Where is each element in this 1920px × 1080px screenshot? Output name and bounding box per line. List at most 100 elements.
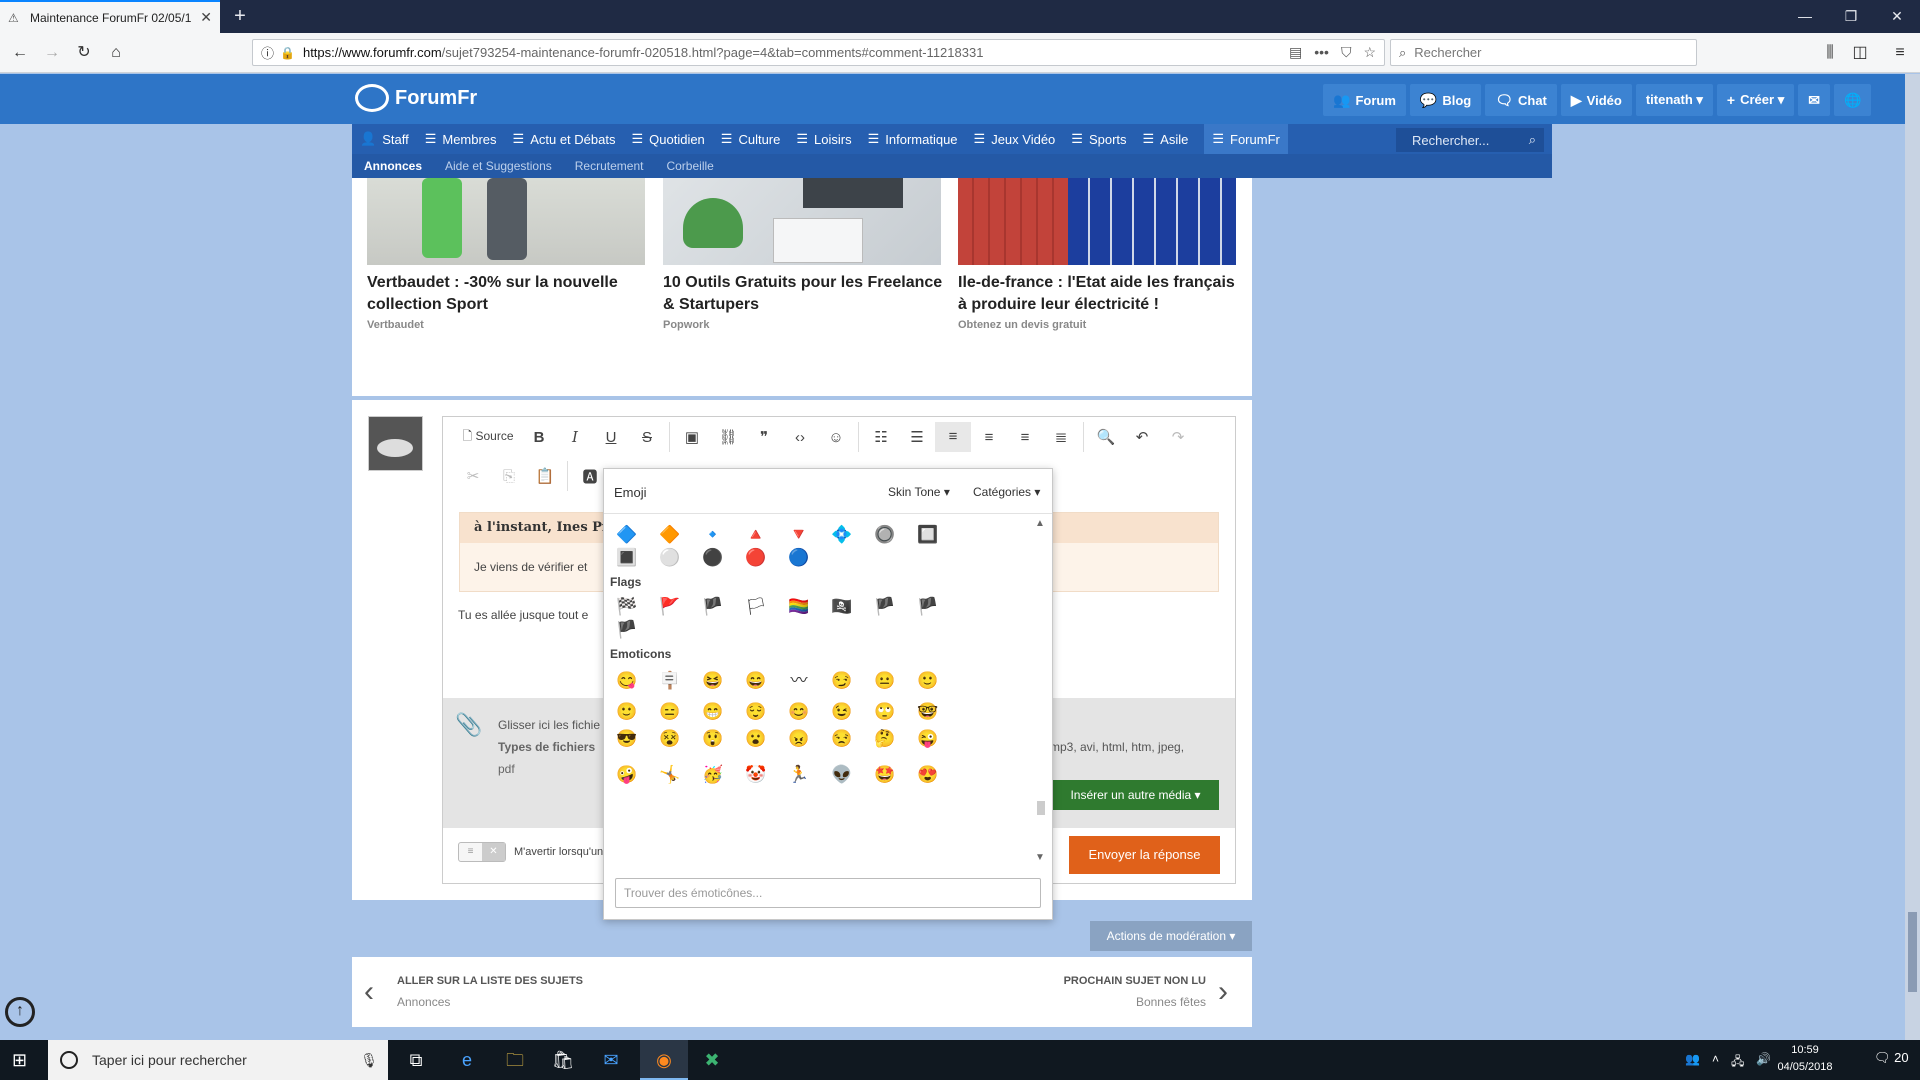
scrollbar-thumb[interactable]: [1908, 912, 1917, 992]
emoji-glyph[interactable]: 😏: [829, 670, 855, 692]
info-icon[interactable]: ⓘ: [261, 43, 274, 62]
topnav-forum[interactable]: 👥 Forum: [1323, 84, 1406, 116]
topnav-user[interactable]: titenath ▾: [1635, 84, 1713, 116]
back-icon[interactable]: ←: [6, 39, 34, 67]
store-icon[interactable]: 🛍: [539, 1040, 587, 1080]
category-search-input[interactable]: Rechercher... ⌕: [1396, 128, 1544, 152]
copy-icon[interactable]: ⎘: [491, 468, 527, 485]
emoji-glyph[interactable]: 🤪: [614, 764, 640, 786]
emoji-glyph[interactable]: 🔶: [657, 524, 683, 546]
emoji-glyph[interactable]: 😋: [614, 670, 640, 692]
outlook-icon[interactable]: ✉: [587, 1040, 635, 1080]
home-icon[interactable]: ⌂: [102, 39, 130, 67]
code-icon[interactable]: ‹›: [782, 429, 818, 446]
task-view-icon[interactable]: ⧉: [392, 1040, 440, 1080]
emoji-glyph[interactable]: 🔴: [743, 547, 769, 569]
chevron-right-icon[interactable]: ›: [1218, 975, 1228, 1009]
topnav-messages[interactable]: ✉: [1798, 84, 1830, 116]
topnav-notifications[interactable]: 🌐: [1833, 84, 1872, 116]
scroll-up-icon[interactable]: ▲: [1035, 518, 1045, 529]
emoji-glyph[interactable]: 😁: [700, 701, 726, 723]
emoji-scrollbar[interactable]: ▲ ▼: [1035, 516, 1047, 865]
action-center-icon[interactable]: 🗨 20: [1874, 1050, 1909, 1066]
emoji-glyph[interactable]: 🏃: [786, 764, 812, 786]
ad-image[interactable]: [958, 178, 1236, 265]
emoji-glyph[interactable]: 😆: [700, 670, 726, 692]
cat-jeux-video[interactable]: ☰ Jeux Vidéo: [974, 131, 1056, 147]
subcat-corbeille[interactable]: Corbeille: [666, 159, 713, 173]
network-icon[interactable]: 🖧: [1731, 1052, 1744, 1073]
close-window-icon[interactable]: ✕: [1874, 0, 1920, 33]
emoji-glyph[interactable]: 😒: [829, 728, 855, 750]
next-topic-title[interactable]: PROCHAIN SUJET NON LU: [1000, 975, 1206, 987]
emoji-glyph[interactable]: 🔻: [786, 524, 812, 546]
link-icon[interactable]: ⛓: [710, 428, 746, 446]
emoji-glyph[interactable]: 😠: [786, 728, 812, 750]
cat-membres[interactable]: ☰ Membres: [425, 131, 497, 147]
menu-icon[interactable]: ≡: [1886, 39, 1914, 67]
url-bar[interactable]: ⓘ 🔒 https://www.forumfr.com /sujet793254…: [252, 39, 1385, 66]
emoji-glyph[interactable]: 🔹: [700, 524, 726, 546]
emoji-glyph[interactable]: 👽: [829, 764, 855, 786]
emoji-glyph[interactable]: 🏳️‍🌈: [786, 596, 812, 618]
emoji-glyph[interactable]: 🔷: [614, 524, 640, 546]
windows-start-icon[interactable]: ⊞: [12, 1050, 27, 1071]
emoji-glyph[interactable]: 🏁: [614, 596, 640, 618]
align-left-icon[interactable]: ≡: [935, 422, 971, 452]
emoji-glyph[interactable]: 🤔: [872, 728, 898, 750]
emoji-glyph[interactable]: 🙂: [614, 701, 640, 723]
emoji-glyph[interactable]: 😐: [872, 670, 898, 692]
undo-icon[interactable]: ↶: [1124, 428, 1160, 446]
send-reply-button[interactable]: Envoyer la réponse: [1069, 836, 1220, 874]
emoji-glyph[interactable]: 😮: [743, 728, 769, 750]
emoji-glyph[interactable]: 😄: [743, 670, 769, 692]
emoji-search-input[interactable]: Trouver des émoticônes...: [615, 878, 1041, 908]
emoji-glyph[interactable]: 🏳: [743, 596, 769, 618]
emoji-glyph[interactable]: 😎: [614, 728, 640, 750]
prev-topic-title[interactable]: ALLER SUR LA LISTE DES SUJETS: [397, 975, 583, 987]
emoji-glyph[interactable]: 😌: [743, 701, 769, 723]
emoji-glyph[interactable]: 🔵: [786, 547, 812, 569]
firefox-icon[interactable]: ◉: [640, 1040, 688, 1080]
sidebar-icon[interactable]: ◫: [1846, 39, 1874, 67]
bookmark-star-icon[interactable]: ☆: [1363, 44, 1376, 61]
emoji-glyph[interactable]: 😲: [700, 728, 726, 750]
emoji-glyph[interactable]: ⚪: [657, 547, 683, 569]
align-center-icon[interactable]: ≡: [971, 429, 1007, 446]
subcat-recrutement[interactable]: Recrutement: [575, 159, 644, 173]
emoji-glyph[interactable]: 🪧: [657, 670, 683, 692]
topnav-video[interactable]: ▶ Vidéo: [1560, 84, 1632, 116]
cat-loisirs[interactable]: ☰ Loisirs: [796, 131, 851, 147]
scroll-to-top-icon[interactable]: ↑: [5, 997, 35, 1027]
cat-forumfr[interactable]: ☰ ForumFr: [1204, 124, 1288, 154]
emoji-glyph[interactable]: 🏴: [614, 619, 640, 641]
emoji-glyph[interactable]: 😵: [657, 728, 683, 750]
tab-close-icon[interactable]: ✕: [200, 9, 212, 26]
file-explorer-icon[interactable]: 🗀: [491, 1040, 539, 1080]
italic-button[interactable]: I: [557, 428, 593, 446]
emoji-glyph[interactable]: 🔺: [743, 524, 769, 546]
emoji-glyph[interactable]: ⚫: [700, 547, 726, 569]
emoji-glyph[interactable]: 🔲: [915, 524, 941, 546]
insert-media-button[interactable]: Insérer un autre média ▾: [1052, 780, 1219, 810]
moderation-actions-button[interactable]: Actions de modération ▾: [1090, 921, 1252, 951]
emoji-glyph[interactable]: 🔘: [872, 524, 898, 546]
library-icon[interactable]: ⫼: [1816, 39, 1844, 67]
forward-icon[interactable]: →: [38, 39, 66, 67]
emoji-glyph[interactable]: 💠: [829, 524, 855, 546]
cat-culture[interactable]: ☰ Culture: [721, 131, 781, 147]
people-icon[interactable]: 👥: [1685, 1052, 1700, 1073]
browser-search-input[interactable]: ⌕ Rechercher: [1390, 39, 1697, 66]
topnav-blog[interactable]: 💬 Blog: [1409, 84, 1482, 116]
cut-icon[interactable]: ✂: [455, 467, 491, 485]
taskbar-search[interactable]: Taper ici pour rechercher 🎙: [48, 1040, 388, 1080]
emoji-scroll-thumb[interactable]: [1037, 801, 1045, 815]
emoji-glyph[interactable]: 🏴‍☠️: [829, 596, 855, 618]
emoji-glyph[interactable]: 🥳: [700, 764, 726, 786]
justify-icon[interactable]: ≣: [1043, 428, 1079, 446]
cat-informatique[interactable]: ☰ Informatique: [868, 131, 958, 147]
pocket-icon[interactable]: ⛉: [1341, 44, 1352, 61]
topnav-create[interactable]: + Créer ▾: [1716, 84, 1795, 116]
emoji-glyph[interactable]: 〰: [786, 670, 812, 692]
chevron-left-icon[interactable]: ‹: [364, 975, 374, 1009]
